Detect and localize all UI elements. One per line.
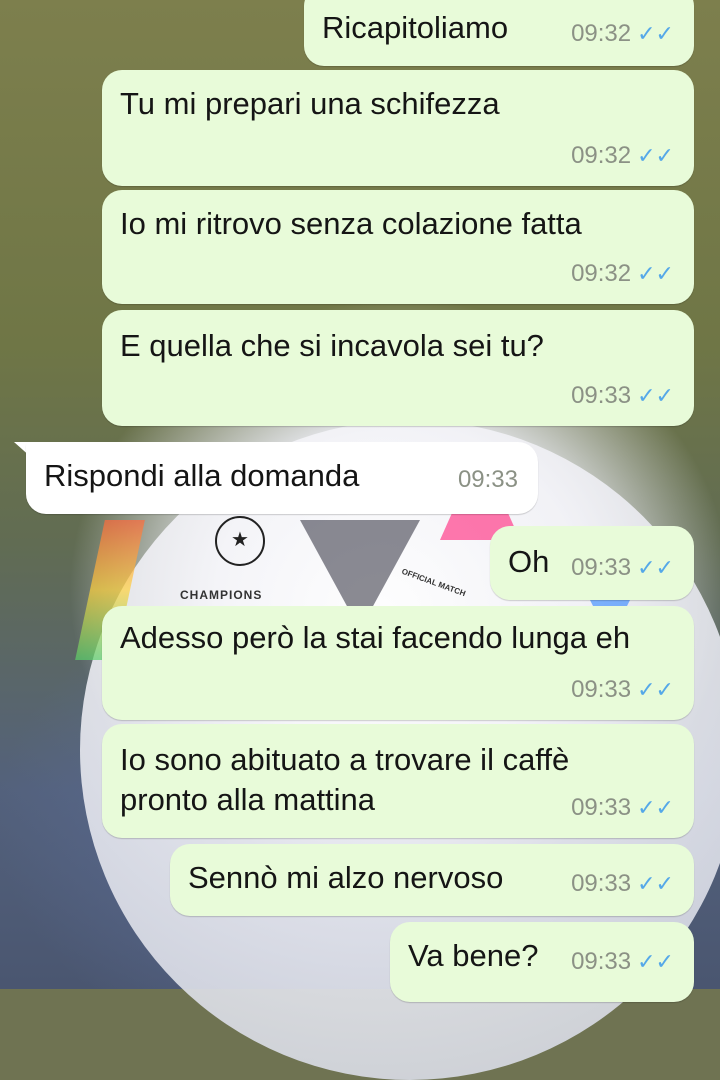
- message-time: 09:33: [571, 554, 632, 581]
- message-meta: 09:33: [458, 460, 518, 500]
- message-text: Tu mi prepari una schifezza: [120, 86, 500, 121]
- message-bubble-outgoing[interactable]: Oh 09:33 ✓✓: [490, 526, 694, 600]
- double-check-icon: ✓✓: [637, 871, 674, 896]
- message-time: 09:32: [571, 142, 632, 169]
- wallpaper-logo-text: CHAMPIONS: [180, 588, 263, 602]
- double-check-icon: ✓✓: [637, 261, 674, 286]
- message-time: 09:32: [571, 260, 632, 287]
- message-bubble-outgoing[interactable]: E quella che si incavola sei tu? 09:33 ✓✓: [102, 310, 694, 426]
- message-meta: 09:33 ✓✓: [571, 376, 674, 416]
- message-meta: 09:33 ✓✓: [571, 864, 674, 904]
- starball-logo-icon: ★: [215, 516, 265, 566]
- double-check-icon: ✓✓: [637, 21, 674, 46]
- double-check-icon: ✓✓: [637, 383, 674, 408]
- message-meta: 09:32 ✓✓: [571, 14, 674, 54]
- message-bubble-outgoing[interactable]: Sennò mi alzo nervoso 09:33 ✓✓: [170, 844, 694, 916]
- message-bubble-outgoing[interactable]: Io mi ritrovo senza colazione fatta 09:3…: [102, 190, 694, 304]
- message-time: 09:32: [571, 20, 632, 47]
- message-meta: 09:33 ✓✓: [571, 670, 674, 710]
- message-time: 09:33: [571, 382, 632, 409]
- message-text: Adesso però la stai facendo lunga eh: [120, 620, 631, 655]
- message-bubble-outgoing[interactable]: Io sono abituato a trovare il caffè pron…: [102, 724, 694, 838]
- message-time: 09:33: [457, 466, 518, 493]
- message-meta: 09:33 ✓✓: [571, 788, 674, 828]
- message-time: 09:33: [571, 676, 632, 703]
- message-text: Rispondi alla domanda: [44, 458, 360, 493]
- message-meta: 09:33 ✓✓: [571, 548, 674, 588]
- message-meta: 09:32 ✓✓: [571, 254, 674, 294]
- double-check-icon: ✓✓: [637, 949, 674, 974]
- message-time: 09:33: [571, 870, 632, 897]
- message-bubble-outgoing[interactable]: Tu mi prepari una schifezza 09:32 ✓✓: [102, 70, 694, 186]
- message-time: 09:33: [571, 948, 632, 975]
- message-meta: 09:32 ✓✓: [571, 136, 674, 176]
- message-bubble-outgoing[interactable]: Va bene? 09:33 ✓✓: [390, 922, 694, 1002]
- message-bubble-outgoing[interactable]: Ricapitoliamo 09:32 ✓✓: [304, 0, 694, 66]
- message-text: E quella che si incavola sei tu?: [120, 328, 544, 363]
- message-bubble-outgoing[interactable]: Adesso però la stai facendo lunga eh 09:…: [102, 606, 694, 720]
- double-check-icon: ✓✓: [637, 555, 674, 580]
- double-check-icon: ✓✓: [637, 143, 674, 168]
- message-bubble-incoming[interactable]: Rispondi alla domanda 09:33: [26, 442, 538, 514]
- message-meta: 09:33 ✓✓: [571, 942, 674, 982]
- double-check-icon: ✓✓: [637, 677, 674, 702]
- message-text: Io mi ritrovo senza colazione fatta: [120, 206, 582, 241]
- message-time: 09:33: [571, 794, 632, 821]
- double-check-icon: ✓✓: [637, 795, 674, 820]
